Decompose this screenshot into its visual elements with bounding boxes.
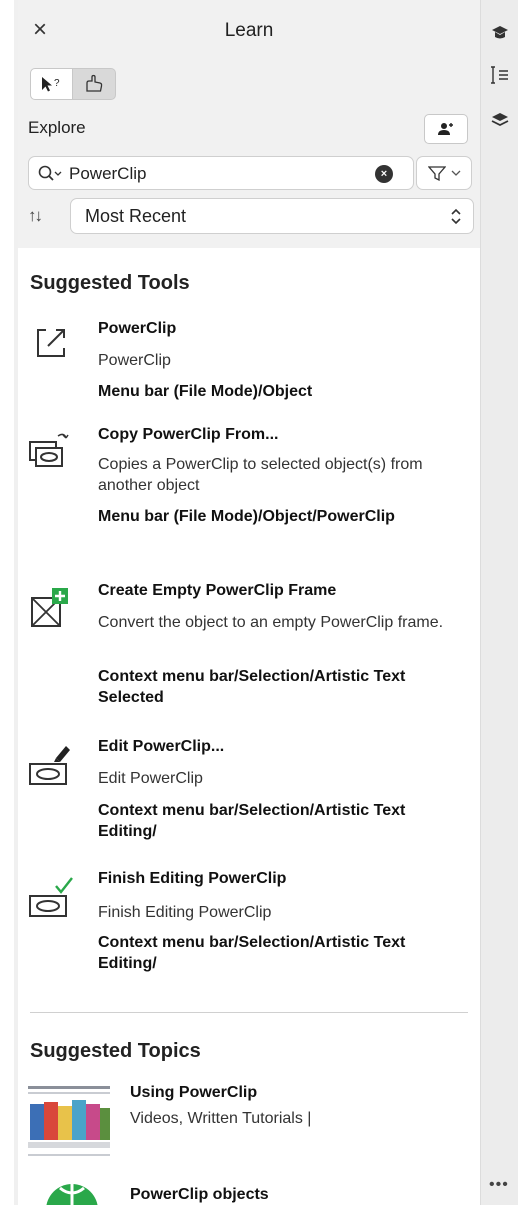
tool-name: PowerClip: [98, 320, 177, 337]
pointer-help-icon: ?: [41, 77, 60, 92]
tool-path: Menu bar (File Mode)/Object/PowerClip: [98, 508, 395, 525]
topic-title: PowerClip objects: [130, 1186, 269, 1203]
clear-search-icon[interactable]: ×: [375, 165, 393, 183]
tool-name: Create Empty PowerClip Frame: [98, 582, 337, 599]
explore-options-button[interactable]: [424, 114, 468, 144]
objects-docker-tab[interactable]: [489, 108, 511, 130]
search-input[interactable]: PowerClip: [69, 164, 146, 184]
suggested-topics-heading: Suggested Topics: [30, 1040, 201, 1062]
hand-help-button[interactable]: [73, 68, 116, 100]
left-gutter: [0, 0, 18, 1205]
title-row: × Learn: [18, 14, 480, 50]
tool-name: Copy PowerClip From...: [98, 426, 279, 443]
topic-title: Using PowerClip: [130, 1084, 258, 1101]
tool-name: Edit PowerClip...: [98, 738, 225, 755]
properties-icon: [491, 66, 508, 84]
tool-path: Context menu bar/Selection/Artistic Text…: [98, 802, 406, 840]
properties-docker-tab[interactable]: [489, 64, 511, 86]
tool-item[interactable]: Finish Editing PowerClip Finish Editing …: [18, 870, 480, 988]
learn-panel: × Learn ? Explore PowerClip × ↑↓ Most Re…: [18, 0, 480, 1205]
chevron-down-icon: [451, 170, 460, 176]
tool-description: Convert the object to an empty PowerClip…: [98, 614, 444, 631]
graduation-cap-icon: [492, 26, 508, 39]
filter-icon: [427, 166, 446, 181]
panel-title: Learn: [224, 20, 274, 41]
learn-docker-tab[interactable]: [489, 22, 511, 44]
tool-description: Copies a PowerClip to selected object(s)…: [98, 456, 423, 494]
topic-item[interactable]: Using PowerClip Videos, Written Tutorial…: [18, 1080, 480, 1170]
more-options-icon[interactable]: •••: [489, 1176, 509, 1194]
tool-description: Edit PowerClip: [98, 770, 203, 787]
svg-text:?: ?: [54, 78, 60, 89]
search-field[interactable]: PowerClip ×: [28, 156, 414, 190]
sort-dropdown[interactable]: Most Recent: [70, 198, 474, 234]
layers-icon: [491, 113, 509, 127]
hand-help-icon: [86, 74, 103, 92]
tool-item[interactable]: Edit PowerClip... Edit PowerClip Context…: [18, 738, 480, 856]
empty-frame-icon: [31, 588, 68, 627]
updown-chevron-icon: [451, 208, 461, 225]
mode-toggle-group: ?: [30, 68, 116, 100]
tool-name: Finish Editing PowerClip: [98, 870, 287, 887]
suggested-tools-heading: Suggested Tools: [30, 272, 190, 294]
tool-item[interactable]: Copy PowerClip From... Copies a PowerCli…: [18, 426, 480, 566]
tool-description: PowerClip: [98, 352, 171, 369]
section-divider: [30, 1012, 468, 1013]
sort-order-icon[interactable]: ↑↓: [28, 206, 43, 226]
right-docker-bar: •••: [480, 0, 518, 1205]
tool-item[interactable]: Create Empty PowerClip Frame Convert the…: [18, 582, 480, 722]
user-add-icon: [438, 123, 453, 135]
topic-item[interactable]: PowerClip objects: [18, 1180, 480, 1205]
tool-path: Menu bar (File Mode)/Object: [98, 383, 313, 400]
tool-item[interactable]: PowerClip PowerClip Menu bar (File Mode)…: [18, 320, 480, 410]
search-icon[interactable]: [37, 164, 63, 184]
finish-editing-icon: [29, 877, 73, 917]
copy-powerclip-icon: [29, 433, 69, 467]
pointer-help-button[interactable]: ?: [30, 68, 73, 100]
explore-label: Explore: [28, 118, 86, 137]
filter-button[interactable]: [416, 156, 472, 190]
balloon-thumbnail: [46, 1184, 98, 1205]
tool-path: Context menu bar/Selection/Artistic Text…: [98, 668, 406, 706]
edit-powerclip-icon: [29, 746, 70, 785]
tool-path: Context menu bar/Selection/Artistic Text…: [98, 934, 406, 972]
sort-value: Most Recent: [85, 206, 187, 226]
topic-meta: Videos, Written Tutorials |: [130, 1110, 312, 1127]
tool-description: Finish Editing PowerClip: [98, 904, 272, 921]
tutorial-thumbnail: [28, 1082, 110, 1162]
powerclip-icon: [37, 329, 65, 357]
